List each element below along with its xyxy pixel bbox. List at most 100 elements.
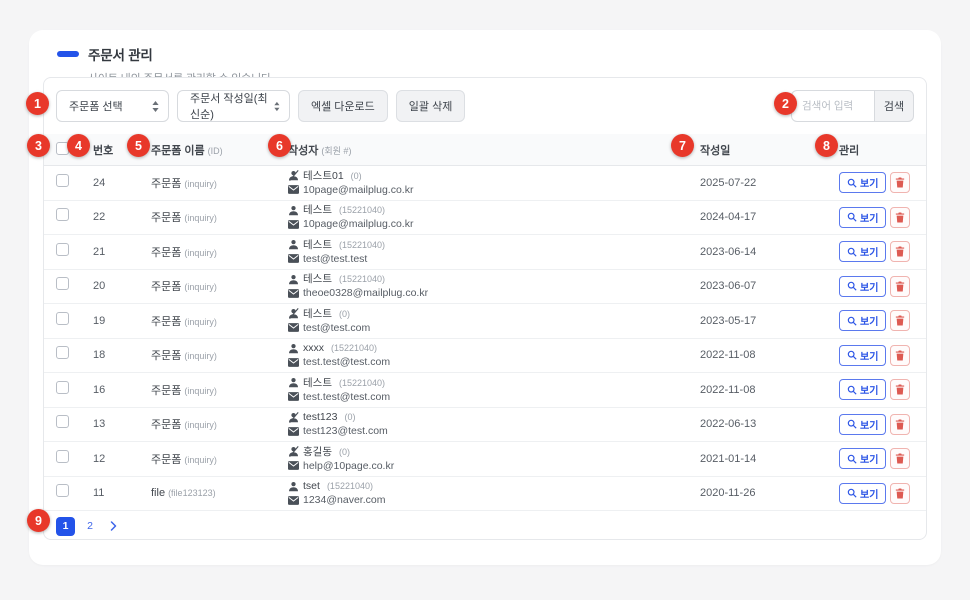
cell-created-date: 2022-11-08 bbox=[700, 384, 839, 396]
email-icon bbox=[288, 323, 299, 332]
annotation-badge-3: 3 bbox=[27, 134, 50, 157]
table-row: 13 주문폼(inquiry) test123(0) bbox=[44, 408, 926, 443]
table-row: 18 주문폼(inquiry) xxxx(15221040) bbox=[44, 339, 926, 374]
view-button[interactable]: 보기 bbox=[839, 414, 886, 435]
delete-button[interactable] bbox=[890, 276, 910, 297]
row-checkbox[interactable] bbox=[56, 277, 69, 290]
table-row: 12 주문폼(inquiry) 홍길동(0) bbox=[44, 442, 926, 477]
magnifier-icon bbox=[847, 316, 857, 326]
trash-icon bbox=[895, 419, 905, 430]
page-button-1[interactable]: 1 bbox=[56, 517, 75, 536]
col-header-form-id: (ID) bbox=[208, 146, 223, 156]
annotation-badge-7: 7 bbox=[671, 134, 694, 157]
cell-form-name: 주문폼(inquiry) bbox=[151, 175, 288, 191]
cell-author: 테스트(15221040) test.test@test.com bbox=[288, 377, 700, 403]
trash-icon bbox=[895, 350, 905, 361]
cell-created-date: 2025-07-22 bbox=[700, 177, 839, 189]
cell-author: 테스트(15221040) test@test.test bbox=[288, 239, 700, 265]
delete-button[interactable] bbox=[890, 414, 910, 435]
bulk-delete-button[interactable]: 일괄 삭제 bbox=[396, 90, 466, 122]
magnifier-icon bbox=[847, 454, 857, 464]
delete-button[interactable] bbox=[890, 448, 910, 469]
cell-form-name: 주문폼(inquiry) bbox=[151, 278, 288, 294]
delete-button[interactable] bbox=[890, 241, 910, 262]
form-select-dropdown[interactable]: 주문폼 선택 bbox=[56, 90, 169, 122]
delete-button[interactable] bbox=[890, 345, 910, 366]
sort-select-dropdown[interactable]: 주문서 작성일(최신순) bbox=[177, 90, 290, 122]
cell-actions: 보기 bbox=[839, 172, 914, 193]
view-button[interactable]: 보기 bbox=[839, 276, 886, 297]
row-checkbox[interactable] bbox=[56, 415, 69, 428]
annotation-badge-1: 1 bbox=[26, 92, 49, 115]
email-icon bbox=[288, 220, 299, 229]
person-icon bbox=[288, 239, 299, 250]
cell-created-date: 2023-06-14 bbox=[700, 246, 839, 258]
table-row: 11 file(file123123) tset(15221040) bbox=[44, 477, 926, 512]
person-icon bbox=[288, 274, 299, 285]
email-icon bbox=[288, 461, 299, 470]
delete-button[interactable] bbox=[890, 207, 910, 228]
cell-number: 21 bbox=[93, 246, 151, 258]
person-icon bbox=[288, 481, 299, 492]
row-checkbox[interactable] bbox=[56, 381, 69, 394]
cell-form-name: 주문폼(inquiry) bbox=[151, 382, 288, 398]
magnifier-icon bbox=[847, 281, 857, 291]
order-manage-card: 주문서 관리 사이트 내의 주문서를 관리할 수 있습니다. 주문폼 선택 주문… bbox=[29, 30, 941, 565]
delete-button[interactable] bbox=[890, 379, 910, 400]
magnifier-icon bbox=[847, 178, 857, 188]
cell-actions: 보기 bbox=[839, 310, 914, 331]
annotation-badge-6: 6 bbox=[268, 134, 291, 157]
delete-button[interactable] bbox=[890, 172, 910, 193]
view-button[interactable]: 보기 bbox=[839, 448, 886, 469]
delete-button[interactable] bbox=[890, 310, 910, 331]
cell-created-date: 2024-04-17 bbox=[700, 211, 839, 223]
cell-number: 20 bbox=[93, 280, 151, 292]
search-input[interactable] bbox=[791, 90, 875, 122]
annotation-badge-4: 4 bbox=[67, 134, 90, 157]
view-button[interactable]: 보기 bbox=[839, 310, 886, 331]
magnifier-icon bbox=[847, 385, 857, 395]
trash-icon bbox=[895, 281, 905, 292]
row-checkbox[interactable] bbox=[56, 243, 69, 256]
cell-created-date: 2022-11-08 bbox=[700, 349, 839, 361]
page-button-2[interactable]: 2 bbox=[82, 517, 98, 536]
delete-button[interactable] bbox=[890, 483, 910, 504]
trash-icon bbox=[895, 246, 905, 257]
person-icon bbox=[288, 205, 299, 216]
person-slash-icon bbox=[288, 446, 299, 457]
cell-author: 테스트01(0) 10page@mailplug.co.kr bbox=[288, 170, 700, 196]
email-icon bbox=[288, 392, 299, 401]
row-checkbox[interactable] bbox=[56, 174, 69, 187]
view-button[interactable]: 보기 bbox=[839, 172, 886, 193]
view-button[interactable]: 보기 bbox=[839, 379, 886, 400]
email-icon bbox=[288, 427, 299, 436]
page-title: 주문서 관리 bbox=[88, 44, 153, 64]
view-button[interactable]: 보기 bbox=[839, 483, 886, 504]
cell-created-date: 2021-01-14 bbox=[700, 453, 839, 465]
order-list-panel: 주문폼 선택 주문서 작성일(최신순) 엑셀 다운로드 일괄 삭제 검색 번호 … bbox=[43, 77, 927, 540]
row-checkbox[interactable] bbox=[56, 312, 69, 325]
view-button[interactable]: 보기 bbox=[839, 241, 886, 262]
excel-download-button[interactable]: 엑셀 다운로드 bbox=[298, 90, 388, 122]
row-checkbox[interactable] bbox=[56, 450, 69, 463]
view-button[interactable]: 보기 bbox=[839, 207, 886, 228]
cell-actions: 보기 bbox=[839, 241, 914, 262]
cell-author: 테스트(0) test@test.com bbox=[288, 308, 700, 334]
annotation-badge-8: 8 bbox=[815, 134, 838, 157]
sort-select-value: 주문서 작성일(최신순) bbox=[190, 90, 274, 122]
email-icon bbox=[288, 289, 299, 298]
person-slash-icon bbox=[288, 412, 299, 423]
row-checkbox[interactable] bbox=[56, 346, 69, 359]
cell-created-date: 2020-11-26 bbox=[700, 487, 839, 499]
search-button[interactable]: 검색 bbox=[874, 90, 914, 122]
cell-form-name: 주문폼(inquiry) bbox=[151, 347, 288, 363]
row-checkbox[interactable] bbox=[56, 484, 69, 497]
cell-number: 13 bbox=[93, 418, 151, 430]
row-checkbox[interactable] bbox=[56, 208, 69, 221]
form-select-value: 주문폼 선택 bbox=[69, 98, 123, 114]
person-icon bbox=[288, 377, 299, 388]
cell-created-date: 2022-06-13 bbox=[700, 418, 839, 430]
trash-icon bbox=[895, 488, 905, 499]
next-page-button[interactable] bbox=[105, 517, 121, 536]
view-button[interactable]: 보기 bbox=[839, 345, 886, 366]
